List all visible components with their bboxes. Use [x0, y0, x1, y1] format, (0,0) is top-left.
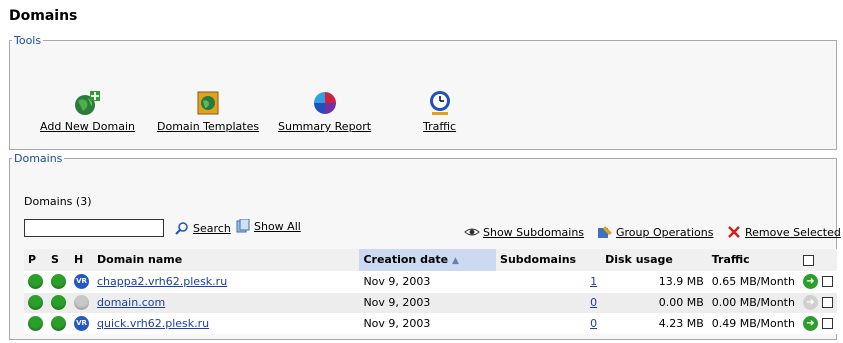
domain-link[interactable]: chappa2.vrh62.plesk.ru	[97, 275, 227, 288]
select-all-checkbox[interactable]	[802, 254, 814, 266]
problem-status-icon	[28, 295, 43, 310]
disk-usage: 0.00 MB	[601, 291, 708, 313]
search-icon	[175, 222, 188, 235]
creation-date: Nov 9, 2003	[359, 291, 497, 313]
no-hosting-icon[interactable]	[74, 295, 89, 310]
add-new-domain-button[interactable]: Add New Domain	[40, 89, 135, 133]
problem-status-icon	[28, 316, 43, 332]
domains-table: P S H Domain name Creation date ▲ Subdom…	[24, 249, 837, 334]
sort-ascending-icon: ▲	[451, 256, 459, 267]
subdomains-link[interactable]: 1	[590, 275, 597, 288]
tool-label: Summary Report	[278, 120, 372, 133]
eye-icon	[464, 228, 480, 236]
row-checkbox[interactable]	[821, 297, 833, 308]
column-header-disk-usage[interactable]: Disk usage	[601, 249, 708, 271]
column-header-domain-name[interactable]: Domain name	[93, 249, 360, 271]
remove-selected-button[interactable]: Remove Selected	[726, 225, 841, 239]
column-header-h[interactable]: H	[70, 249, 93, 271]
column-header-subdomains[interactable]: Subdomains	[496, 249, 602, 271]
column-header-traffic[interactable]: Traffic	[707, 249, 799, 271]
row-checkbox[interactable]	[821, 318, 833, 330]
status-running-icon[interactable]	[51, 316, 66, 332]
domain-templates-icon	[197, 91, 219, 115]
tool-label: Domain Templates	[157, 120, 260, 133]
group-operations-icon	[598, 226, 612, 238]
domains-legend: Domains	[14, 152, 63, 165]
tool-label: Add New Domain	[40, 120, 135, 133]
login-arrow-disabled-icon: ➜	[802, 295, 818, 310]
summary-report-button[interactable]: Summary Report	[278, 89, 371, 133]
show-subdomains-button[interactable]: Show Subdomains	[464, 225, 584, 239]
table-row: VR chappa2.vrh62.plesk.ru Nov 9, 2003 1 …	[24, 270, 837, 292]
domain-templates-button[interactable]: Domain Templates	[157, 89, 259, 133]
tools-panel: Tools Add New Domain Domain Templates Su…	[9, 34, 837, 150]
login-arrow-icon[interactable]: ➜	[802, 274, 818, 289]
status-running-icon[interactable]	[51, 274, 66, 289]
tool-label: Traffic	[423, 120, 457, 133]
show-all-button[interactable]: Show All	[235, 219, 301, 233]
subdomains-link[interactable]: 0	[590, 296, 597, 309]
show-all-icon	[236, 219, 250, 233]
traffic-button[interactable]: Traffic	[423, 89, 456, 133]
summary-report-icon	[313, 92, 336, 114]
domain-link[interactable]: domain.com	[97, 296, 165, 309]
traffic-value: 0.00 MB/Month	[707, 291, 799, 313]
disk-usage: 13.9 MB	[601, 270, 708, 292]
column-header-p[interactable]: P	[24, 249, 47, 271]
domains-panel: Domains Domains (3) Search Show All Show…	[9, 152, 841, 340]
hosting-type-icon[interactable]: VR	[74, 274, 89, 289]
traffic-value: 0.49 MB/Month	[707, 312, 799, 334]
remove-icon	[728, 226, 740, 238]
login-arrow-icon[interactable]: ➜	[802, 316, 818, 332]
domains-count: Domains (3)	[24, 195, 92, 208]
row-checkbox[interactable]	[821, 276, 833, 287]
creation-date: Nov 9, 2003	[359, 312, 497, 334]
creation-date: Nov 9, 2003	[359, 270, 497, 292]
status-running-icon[interactable]	[51, 295, 66, 310]
table-header-row: P S H Domain name Creation date ▲ Subdom…	[24, 249, 837, 271]
traffic-icon	[429, 91, 450, 115]
page-title: Domains	[9, 8, 78, 24]
search-input[interactable]	[24, 219, 164, 237]
subdomains-link[interactable]: 0	[590, 317, 597, 330]
group-operations-button[interactable]: Group Operations	[597, 225, 713, 239]
hosting-type-icon[interactable]: VR	[74, 316, 89, 332]
search-button[interactable]: Search	[174, 221, 231, 235]
add-domain-icon	[75, 91, 101, 115]
traffic-value: 0.65 MB/Month	[707, 270, 799, 292]
column-header-creation-date[interactable]: Creation date ▲	[359, 249, 497, 271]
select-all-checkbox-cell	[798, 249, 837, 271]
domain-link[interactable]: quick.vrh62.plesk.ru	[97, 317, 209, 330]
tools-legend: Tools	[14, 34, 42, 47]
disk-usage: 4.23 MB	[601, 312, 708, 334]
problem-status-icon	[28, 274, 43, 289]
column-header-s[interactable]: S	[47, 249, 70, 271]
table-row: VR quick.vrh62.plesk.ru Nov 9, 2003 0 4.…	[24, 312, 837, 334]
table-row: domain.com Nov 9, 2003 0 0.00 MB 0.00 MB…	[24, 291, 837, 313]
